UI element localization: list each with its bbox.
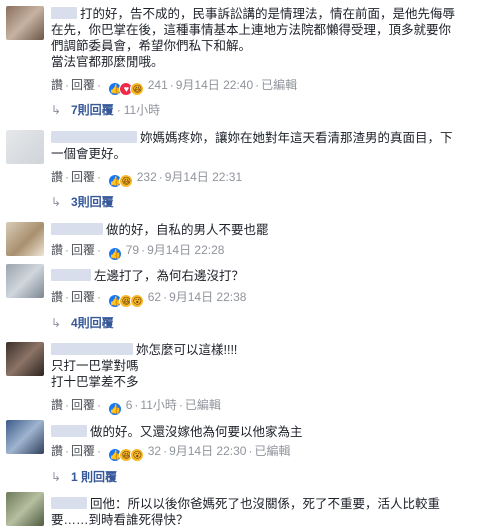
comment-actions: 讚 · 回覆 · 👍 😆 😮 62 · 9月14日 22:38 — [51, 290, 247, 308]
reaction-count[interactable]: 232 — [137, 170, 157, 184]
reaction-count[interactable]: 62 — [148, 290, 161, 304]
avatar[interactable] — [6, 222, 44, 256]
reaction-count[interactable]: 79 — [126, 243, 139, 257]
like-link[interactable]: 讚 — [51, 290, 63, 304]
reaction-count[interactable]: 241 — [148, 78, 168, 92]
reply-arrow-icon: ↳ — [51, 195, 62, 209]
reply-arrow-icon: ↳ — [51, 103, 62, 117]
reaction-icons[interactable]: 👍 ♥ 😆 — [108, 82, 145, 96]
timestamp[interactable]: 9月14日 22:40 — [176, 78, 253, 92]
haha-reaction-icon: 😆 — [130, 82, 145, 96]
comment-text: 妳怎麼可以這樣!!!! 只打一巴掌對嗎 打十巴掌差不多 — [51, 343, 238, 389]
reply-link[interactable]: 回覆 — [71, 290, 95, 304]
wow-reaction-icon: 😮 — [130, 294, 145, 308]
avatar[interactable] — [6, 6, 44, 40]
like-reaction-icon: 👍 — [108, 402, 123, 416]
timestamp[interactable]: 9月14日 22:31 — [165, 170, 242, 184]
comment-text: 打的好，告不成的，民事訴訟講的是情理法，情在前面，是他先侮辱 在先，你巴掌在後，… — [51, 7, 456, 69]
view-replies-link[interactable]: ↳ 7則回覆 · 11小時 — [51, 102, 160, 118]
comment-actions: 讚 · 回覆 · 👍 😆 232 · 9月14日 22:31 — [51, 170, 243, 188]
commenter-name[interactable] — [51, 131, 137, 143]
reply-link[interactable]: 回覆 — [71, 170, 95, 184]
comment-actions: 讚 · 回覆 · 👍 79 · 9月14日 22:28 — [51, 243, 225, 261]
commenter-name[interactable] — [51, 269, 91, 281]
reaction-icons[interactable]: 👍 — [108, 247, 123, 261]
reply-arrow-icon: ↳ — [51, 470, 62, 484]
avatar[interactable] — [6, 130, 44, 164]
avatar[interactable] — [6, 420, 44, 454]
like-link[interactable]: 讚 — [51, 78, 63, 92]
edited-label[interactable]: 已編輯 — [261, 78, 297, 92]
commenter-name[interactable] — [51, 343, 133, 355]
reaction-icons[interactable]: 👍 😆 😮 — [108, 294, 145, 308]
edited-label[interactable]: 已編輯 — [185, 398, 221, 412]
like-link[interactable]: 讚 — [51, 398, 63, 412]
commenter-name[interactable] — [51, 7, 77, 19]
reply-link[interactable]: 回覆 — [71, 243, 95, 257]
view-replies-link[interactable]: ↳ 1 則回覆 — [51, 469, 117, 485]
wow-reaction-icon: 😮 — [130, 448, 145, 462]
reaction-count[interactable]: 32 — [148, 444, 161, 458]
commenter-name[interactable] — [51, 425, 87, 437]
reply-link[interactable]: 回覆 — [71, 444, 95, 458]
comment-text: 做的好，自私的男人不要也罷 — [51, 222, 476, 238]
edited-label[interactable]: 已編輯 — [254, 444, 290, 458]
commenter-name[interactable] — [51, 223, 103, 235]
reply-link[interactable]: 回覆 — [71, 398, 95, 412]
view-replies-link[interactable]: ↳ 3則回覆 — [51, 194, 114, 210]
reaction-icons[interactable]: 👍 😆 😮 — [108, 448, 145, 462]
comment-text: 左邊打了，為何右邊沒打？ — [51, 268, 476, 284]
comment-actions: 讚 · 回覆 · 👍 6 · 11小時 · 已編輯 — [51, 398, 221, 416]
comment-text: 回他：所以以後你爸媽死了也沒關係，死了不重要，活人比較重 要……到時看誰死得快？ — [51, 497, 441, 527]
avatar[interactable] — [6, 492, 44, 526]
view-replies-link[interactable]: ↳ 4則回覆 — [51, 315, 114, 331]
comment-text: 做的好。又還沒嫁他為何要以他家為主 — [51, 424, 476, 440]
like-link[interactable]: 讚 — [51, 170, 63, 184]
comment-text: 妳媽媽疼妳，讓妳在她對年這天看清那渣男的真面目，下 一個會更好。 — [51, 131, 453, 161]
reply-arrow-icon: ↳ — [51, 316, 62, 330]
avatar[interactable] — [6, 264, 44, 298]
reaction-icons[interactable]: 👍 — [108, 402, 123, 416]
like-link[interactable]: 讚 — [51, 243, 63, 257]
timestamp[interactable]: 9月14日 22:30 — [169, 444, 246, 458]
like-reaction-icon: 👍 — [108, 247, 123, 261]
commenter-name[interactable] — [51, 497, 87, 509]
comment-actions: 讚 · 回覆 · 👍 ♥ 😆 241 · 9月14日 22:40 · 已編輯 — [51, 78, 298, 96]
timestamp[interactable]: 9月14日 22:38 — [169, 290, 246, 304]
timestamp[interactable]: 11小時 — [140, 398, 176, 412]
like-link[interactable]: 讚 — [51, 444, 63, 458]
comment-actions: 讚 · 回覆 · 👍 😆 😮 32 · 9月14日 22:30 · 已編輯 — [51, 444, 291, 462]
reaction-count[interactable]: 6 — [126, 398, 133, 412]
avatar[interactable] — [6, 342, 44, 376]
reaction-icons[interactable]: 👍 😆 — [108, 174, 134, 188]
timestamp[interactable]: 9月14日 22:28 — [147, 243, 224, 257]
reply-link[interactable]: 回覆 — [71, 78, 95, 92]
haha-reaction-icon: 😆 — [119, 174, 134, 188]
